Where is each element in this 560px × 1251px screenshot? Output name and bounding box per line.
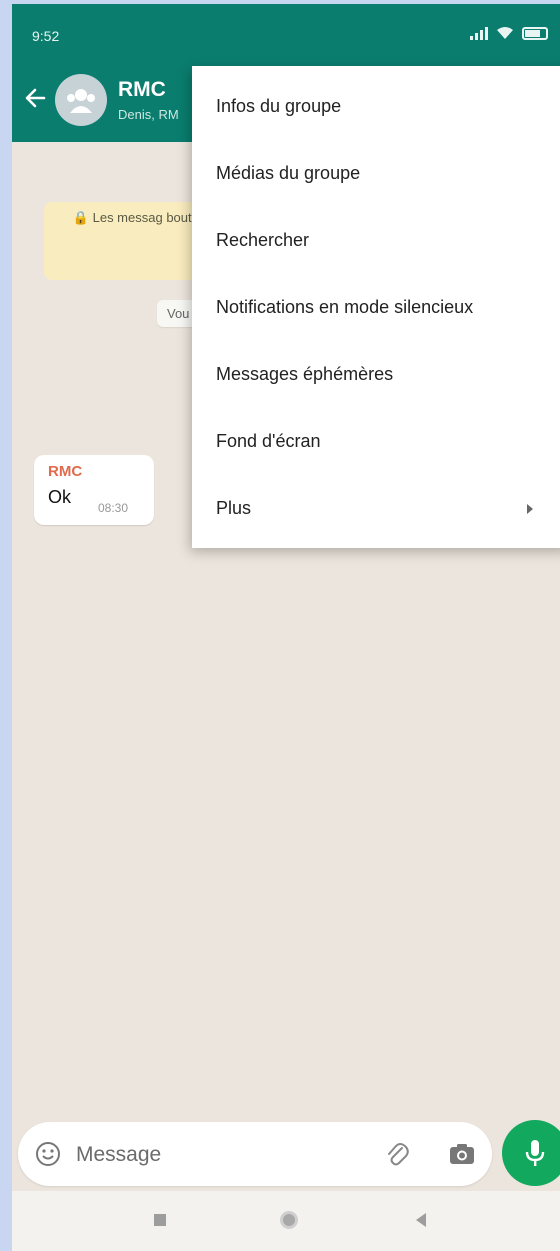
menu-item-label: Messages éphémères (216, 363, 394, 384)
menu-item-mute-notifications[interactable]: Notifications en mode silencieux (192, 273, 560, 341)
battery-icon (522, 26, 548, 40)
menu-item-group-media[interactable]: Médias du groupe (192, 139, 560, 207)
menu-item-label: Infos du groupe (216, 95, 342, 116)
status-time: 9:52 (32, 28, 60, 44)
status-icons (470, 26, 548, 40)
menu-item-more[interactable]: Plus (192, 474, 560, 542)
menu-item-label: Rechercher (216, 229, 310, 250)
menu-item-label: Plus (216, 497, 252, 518)
menu-item-label: Notifications en mode silencieux (216, 296, 474, 317)
group-icon (67, 89, 95, 113)
menu-item-label: Médias du groupe (216, 162, 361, 183)
recent-apps-icon[interactable] (154, 1214, 166, 1226)
overflow-menu: Infos du groupe Médias du groupe Recherc… (192, 66, 560, 548)
voice-message-button[interactable] (502, 1120, 560, 1186)
menu-item-label: Fond d'écran (216, 430, 321, 451)
message-sender: RMC (48, 463, 83, 480)
system-navigation-bar (12, 1191, 560, 1251)
chat-participants[interactable]: Denis, RM (118, 107, 179, 122)
chat-title[interactable]: RMC (118, 78, 166, 102)
message-composer (18, 1122, 492, 1186)
system-back-icon[interactable] (416, 1213, 426, 1227)
message-input[interactable] (74, 1136, 328, 1174)
status-bar: 9:52 (12, 4, 560, 62)
menu-item-search[interactable]: Rechercher (192, 206, 560, 274)
camera-icon[interactable] (448, 1142, 476, 1166)
message-text: Ok (48, 487, 72, 507)
message-time: 08:30 (98, 501, 129, 515)
phone-screen: 9:52 RMC Denis, RM 🔒 Les messag bout. Vo… (12, 4, 560, 1251)
menu-item-group-info[interactable]: Infos du groupe (192, 72, 560, 140)
signal-icon (470, 26, 488, 40)
home-icon[interactable] (280, 1211, 298, 1229)
back-arrow-icon[interactable] (22, 84, 50, 112)
microphone-icon (525, 1140, 545, 1166)
chevron-right-icon (527, 504, 533, 514)
paperclip-icon[interactable] (384, 1140, 410, 1168)
emoji-icon[interactable] (34, 1140, 62, 1168)
menu-item-disappearing-messages[interactable]: Messages éphémères (192, 340, 560, 408)
group-avatar[interactable] (55, 74, 107, 126)
menu-item-wallpaper[interactable]: Fond d'écran (192, 407, 560, 475)
wifi-icon (497, 27, 513, 39)
message-bubble[interactable]: RMC Ok 08:30 (34, 455, 154, 525)
